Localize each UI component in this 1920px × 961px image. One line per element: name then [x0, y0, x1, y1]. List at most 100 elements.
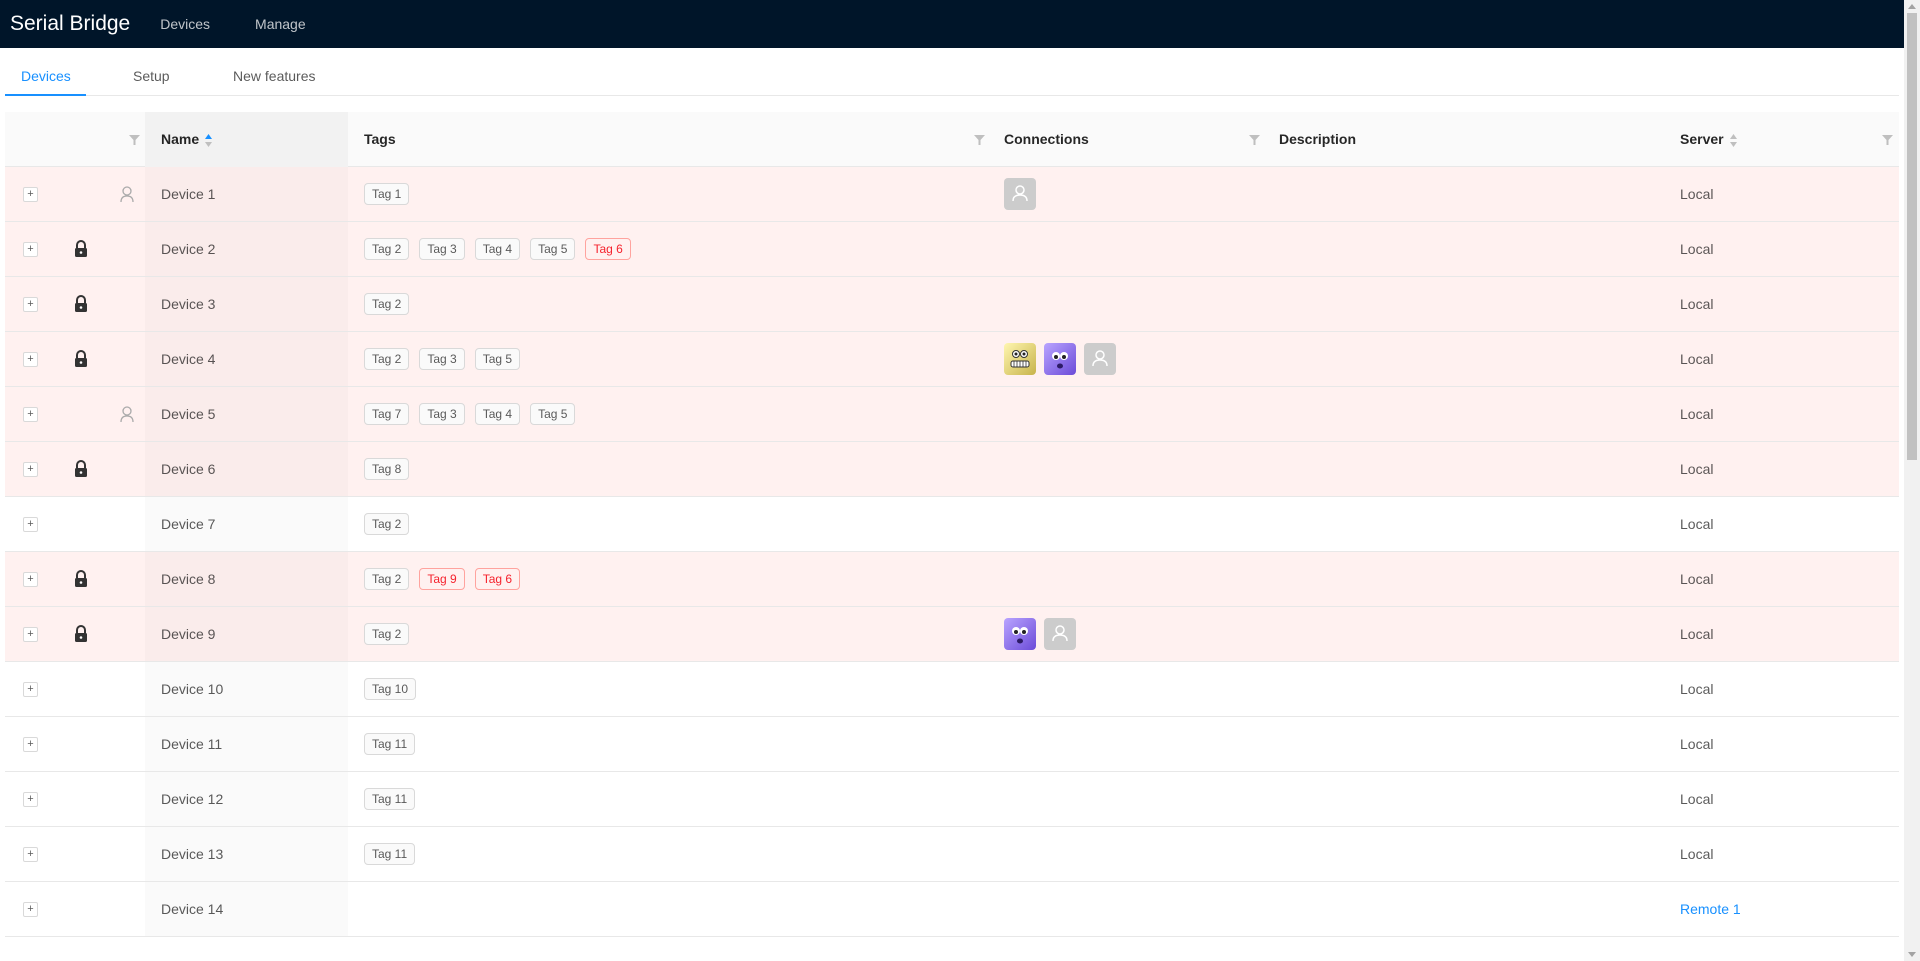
expand-row-button[interactable]: +: [23, 407, 38, 422]
status-filter-icon[interactable]: [129, 135, 140, 145]
expand-row-button[interactable]: +: [23, 572, 38, 587]
server-cell: Local: [1680, 791, 1714, 807]
user-avatar[interactable]: [1044, 618, 1076, 650]
expand-row-button[interactable]: +: [23, 737, 38, 752]
tags-cell: Tag 1: [364, 183, 410, 205]
connections-cell: [1004, 618, 1076, 650]
table-row[interactable]: + Device 14 Remote 1: [5, 882, 1899, 937]
user-icon: [1052, 625, 1068, 642]
tag: Tag 6: [585, 238, 631, 260]
tag: Tag 2: [364, 623, 410, 645]
expand-row-button[interactable]: +: [23, 187, 38, 202]
user-icon: [1092, 350, 1108, 367]
main-content: Devices Setup New features Name Tags Con…: [5, 48, 1899, 961]
expand-row-button[interactable]: +: [23, 792, 38, 807]
server-cell: Local: [1680, 736, 1714, 752]
expand-row-button[interactable]: +: [23, 242, 38, 257]
tags-cell: Tag 11: [364, 843, 416, 865]
server-cell: Local: [1680, 461, 1714, 477]
lock-icon: [75, 625, 87, 642]
tab-new-features[interactable]: New features: [233, 68, 315, 84]
table-row[interactable]: + Device 12 Tag 11 Local: [5, 772, 1899, 827]
lock-icon: [75, 460, 87, 477]
lock-icon: [75, 350, 87, 367]
tag: Tag 2: [364, 568, 410, 590]
monster-avatar-icon: [1052, 352, 1068, 369]
user-avatar[interactable]: [1084, 343, 1116, 375]
device-name: Device 9: [161, 626, 216, 642]
table-row[interactable]: + Device 13 Tag 11 Local: [5, 827, 1899, 882]
table-row[interactable]: + Device 8 Tag 2 Tag 9 Tag 6 Local: [5, 552, 1899, 607]
nav-manage[interactable]: Manage: [255, 16, 306, 32]
expand-row-button[interactable]: +: [23, 462, 38, 477]
table-row[interactable]: + Device 2 Tag 2 Tag 3 Tag 4 Tag 5 Tag 6 Local: [5, 222, 1899, 277]
tag: Tag 3: [419, 348, 465, 370]
user-avatar[interactable]: [1044, 343, 1076, 375]
tab-devices[interactable]: Devices: [21, 68, 71, 84]
table-row[interactable]: + Device 9 Tag 2 Local: [5, 607, 1899, 662]
table-row[interactable]: + Device 5 Tag 7 Tag 3 Tag 4 Tag 5 Local: [5, 387, 1899, 442]
column-header-server[interactable]: Server: [1680, 131, 1737, 147]
server-cell[interactable]: Remote 1: [1680, 901, 1741, 917]
nav-devices[interactable]: Devices: [160, 16, 210, 32]
tags-cell: Tag 11: [364, 788, 416, 810]
expand-row-button[interactable]: +: [23, 627, 38, 642]
table-row[interactable]: + Device 3 Tag 2 Local: [5, 277, 1899, 332]
expand-row-button[interactable]: +: [23, 517, 38, 532]
user-avatar[interactable]: [1004, 178, 1036, 210]
device-name: Device 5: [161, 406, 216, 422]
scroll-down-arrow[interactable]: [1908, 952, 1916, 957]
expand-row-button[interactable]: +: [23, 847, 38, 862]
top-navigation-bar: Serial Bridge Devices Manage: [0, 0, 1904, 48]
device-name: Device 8: [161, 571, 216, 587]
expand-row-button[interactable]: +: [23, 352, 38, 367]
column-header-name[interactable]: Name: [161, 131, 213, 147]
server-cell: Local: [1680, 846, 1714, 862]
server-cell: Local: [1680, 351, 1714, 367]
device-name: Device 2: [161, 241, 216, 257]
tags-cell: Tag 7 Tag 3 Tag 4 Tag 5: [364, 403, 576, 425]
user-avatar[interactable]: [1004, 618, 1036, 650]
name-header-label: Name: [161, 131, 200, 147]
monster-avatar-icon: [1012, 627, 1028, 644]
table-row[interactable]: + Device 11 Tag 11 Local: [5, 717, 1899, 772]
tags-filter-icon[interactable]: [974, 135, 985, 145]
table-row[interactable]: + Device 1 Tag 1 Local: [5, 167, 1899, 222]
device-name: Device 10: [161, 681, 224, 697]
tag: Tag 9: [419, 568, 465, 590]
vertical-scrollbar[interactable]: [1904, 0, 1920, 961]
tag: Tag 2: [364, 238, 410, 260]
sort-icon[interactable]: [1729, 133, 1737, 147]
tags-cell: Tag 11: [364, 733, 416, 755]
column-header-tags: Tags: [364, 131, 396, 147]
expand-row-button[interactable]: +: [23, 902, 38, 917]
table-row[interactable]: + Device 10 Tag 10 Local: [5, 662, 1899, 717]
table-row[interactable]: + Device 7 Tag 2 Local: [5, 497, 1899, 552]
table-header: Name Tags Connections Description Server: [5, 112, 1899, 167]
app-brand[interactable]: Serial Bridge: [10, 12, 130, 36]
table-row[interactable]: + Device 6 Tag 8 Local: [5, 442, 1899, 497]
active-tab-indicator: [5, 94, 86, 96]
tab-setup[interactable]: Setup: [133, 68, 170, 84]
scroll-up-arrow[interactable]: [1908, 4, 1916, 9]
server-filter-icon[interactable]: [1882, 135, 1893, 145]
device-name: Device 1: [161, 186, 216, 202]
user-avatar[interactable]: [1004, 343, 1036, 375]
sort-icon[interactable]: [205, 133, 213, 147]
table-row[interactable]: + Device 4 Tag 2 Tag 3 Tag 5 Local: [5, 332, 1899, 387]
tag: Tag 6: [474, 568, 521, 590]
device-name: Device 6: [161, 461, 216, 477]
server-cell: Local: [1680, 186, 1714, 202]
column-header-description: Description: [1279, 131, 1357, 147]
scroll-thumb[interactable]: [1907, 13, 1917, 460]
expand-row-button[interactable]: +: [23, 682, 38, 697]
user-icon: [1012, 185, 1028, 202]
monster-avatar-icon: [1010, 350, 1030, 368]
server-cell: Local: [1680, 571, 1714, 587]
tags-cell: Tag 8: [364, 458, 410, 480]
device-name: Device 14: [161, 901, 224, 917]
connections-filter-icon[interactable]: [1249, 135, 1260, 145]
tag: Tag 5: [474, 348, 521, 370]
expand-row-button[interactable]: +: [23, 297, 38, 312]
server-header-label: Server: [1680, 131, 1724, 147]
